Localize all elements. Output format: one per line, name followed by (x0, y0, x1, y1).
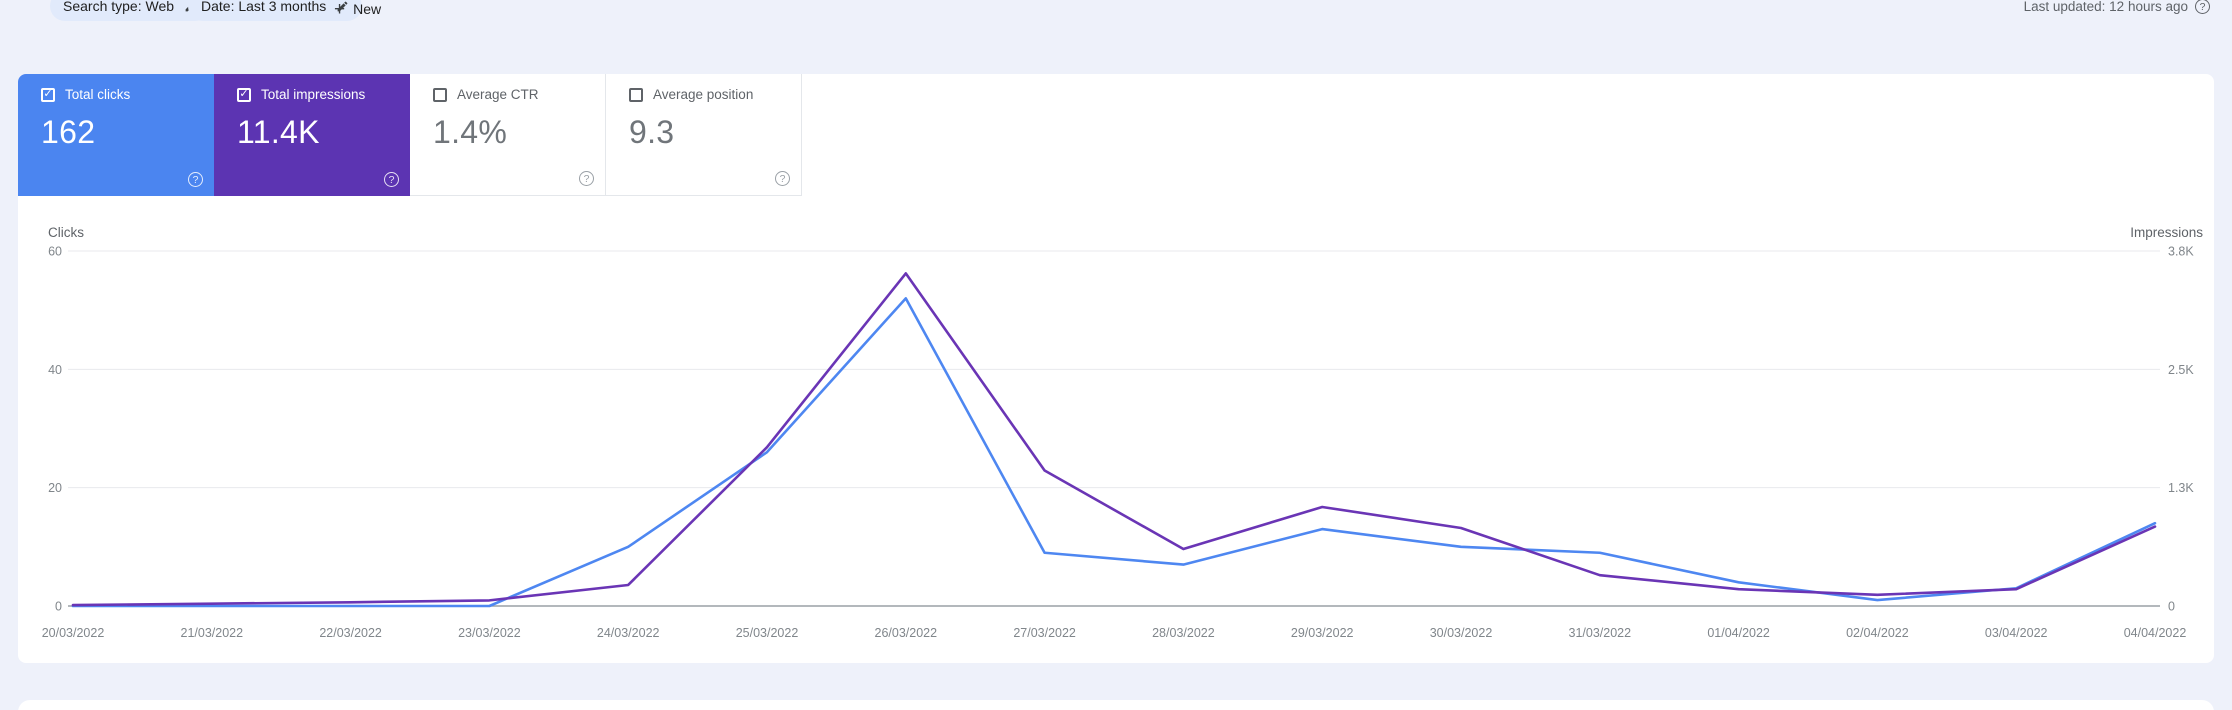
search-type-chip[interactable]: Search type: Web (50, 0, 211, 21)
next-section-panel (18, 700, 2214, 710)
x-axis-date-label: 03/04/2022 (1985, 626, 2048, 640)
x-axis-date-label: 22/03/2022 (319, 626, 382, 640)
x-axis-date-label: 27/03/2022 (1013, 626, 1076, 640)
date-range-chip-label: Date: Last 3 months (201, 0, 327, 14)
right-axis-title: Impressions (2130, 225, 2203, 240)
left-axis-tick: 0 (55, 600, 62, 614)
last-updated-label: Last updated: 12 hours ago (2023, 0, 2188, 14)
right-axis-tick: 2.5K (2168, 363, 2194, 377)
right-axis-tick: 0 (2168, 600, 2175, 614)
performance-panel: ✓ Total clicks 162 ? ✓ Total impressions… (18, 74, 2214, 663)
left-axis-tick: 40 (48, 363, 62, 377)
x-axis-date-label: 31/03/2022 (1569, 626, 1632, 640)
new-filter-button-label: New (353, 1, 382, 17)
x-axis-date-label: 04/04/2022 (2124, 626, 2187, 640)
x-axis-date-label: 20/03/2022 (42, 626, 105, 640)
left-axis-title: Clicks (48, 225, 84, 240)
help-icon[interactable]: ? (2195, 0, 2210, 14)
x-axis-date-label: 21/03/2022 (181, 626, 244, 640)
right-axis-tick: 1.3K (2168, 481, 2194, 495)
clicks-line (71, 297, 2157, 608)
left-axis-tick: 20 (48, 481, 62, 495)
x-axis-date-label: 02/04/2022 (1846, 626, 1909, 640)
performance-line-chart[interactable]: Clicks Impressions 0 0 20 1.3K 40 2.5K 60 3.8K 20/… (18, 74, 2214, 663)
x-axis-date-label: 30/03/2022 (1430, 626, 1493, 640)
new-filter-button[interactable]: + New (334, 0, 381, 21)
x-axis-date-label: 28/03/2022 (1152, 626, 1215, 640)
last-updated: Last updated: 12 hours ago ? (2024, 0, 2210, 14)
x-axis-date-label: 29/03/2022 (1291, 626, 1354, 640)
x-axis-date-label: 23/03/2022 (458, 626, 521, 640)
impressions-line (71, 272, 2157, 607)
left-axis-tick: 60 (48, 245, 62, 259)
x-axis-date-label: 26/03/2022 (875, 626, 938, 640)
x-axis-date-label: 01/04/2022 (1707, 626, 1770, 640)
x-axis-date-label: 25/03/2022 (736, 626, 799, 640)
search-type-chip-label: Search type: Web (63, 0, 175, 14)
right-axis-tick: 3.8K (2168, 245, 2194, 259)
plus-icon: + (334, 0, 346, 20)
x-axis-date-label: 24/03/2022 (597, 626, 660, 640)
